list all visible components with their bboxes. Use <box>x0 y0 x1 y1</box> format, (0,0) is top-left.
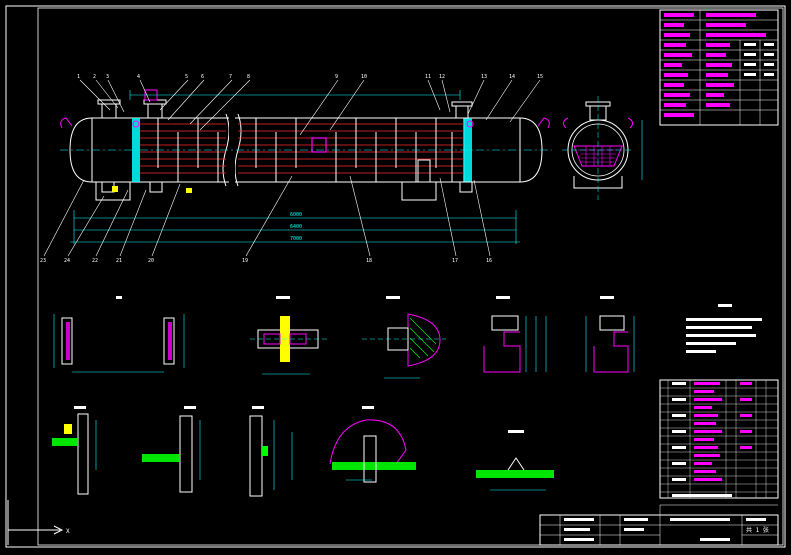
title-block: 共 1 张 <box>539 504 779 546</box>
part-number: 22 <box>92 258 98 264</box>
part-number: 4 <box>137 74 140 80</box>
part-number: 20 <box>148 258 154 264</box>
weld-detail-5 <box>476 430 554 491</box>
design-data-table <box>659 9 779 126</box>
heat-exchanger-main-view: 6000 6400 7000 1 2 3 4 5 6 7 8 9 10 11 1… <box>40 74 552 264</box>
part-number: 13 <box>481 74 487 80</box>
tube-bundle <box>140 123 464 174</box>
weld-detail-4 <box>329 406 416 483</box>
part-number: 15 <box>537 74 543 80</box>
detail-view-2 <box>250 296 330 375</box>
weld-detail-3 <box>249 406 293 497</box>
technical-notes <box>686 304 762 353</box>
dim-label-3: 7000 <box>290 236 302 242</box>
side-view-section <box>562 96 643 200</box>
part-number: 24 <box>64 258 70 264</box>
bill-of-materials <box>659 379 779 499</box>
part-number: 5 <box>185 74 188 80</box>
ucs-x-label: X <box>66 528 70 535</box>
part-number: 17 <box>452 258 458 264</box>
part-number: 23 <box>40 258 46 264</box>
part-number: 21 <box>116 258 122 264</box>
part-number: 16 <box>486 258 492 264</box>
part-number: 6 <box>201 74 204 80</box>
part-number: 1 <box>77 74 80 80</box>
cad-drawing-canvas: 6000 6400 7000 1 2 3 4 5 6 7 8 9 10 11 1… <box>5 5 786 548</box>
part-number: 18 <box>366 258 372 264</box>
part-number: 10 <box>361 74 367 80</box>
dim-label-1: 6000 <box>290 212 302 218</box>
dim-label-2: 6400 <box>290 224 302 230</box>
detail-view-1 <box>53 296 185 373</box>
saddle-supports <box>95 182 437 201</box>
part-number: 8 <box>247 74 250 80</box>
sheet-label: 共 1 张 <box>746 526 769 534</box>
part-number: 9 <box>335 74 338 80</box>
part-number: 3 <box>106 74 109 80</box>
part-number: 19 <box>242 258 248 264</box>
part-number: 7 <box>229 74 232 80</box>
part-number: 14 <box>509 74 515 80</box>
weld-detail-1 <box>52 406 97 495</box>
detail-view-3 <box>362 296 446 379</box>
weld-detail-2 <box>142 406 201 493</box>
detail-view-5 <box>585 296 635 373</box>
part-number: 12 <box>439 74 445 80</box>
ucs-icon: X <box>7 500 70 545</box>
part-number: 11 <box>425 74 431 80</box>
part-number: 2 <box>93 74 96 80</box>
detail-view-4 <box>483 296 547 373</box>
